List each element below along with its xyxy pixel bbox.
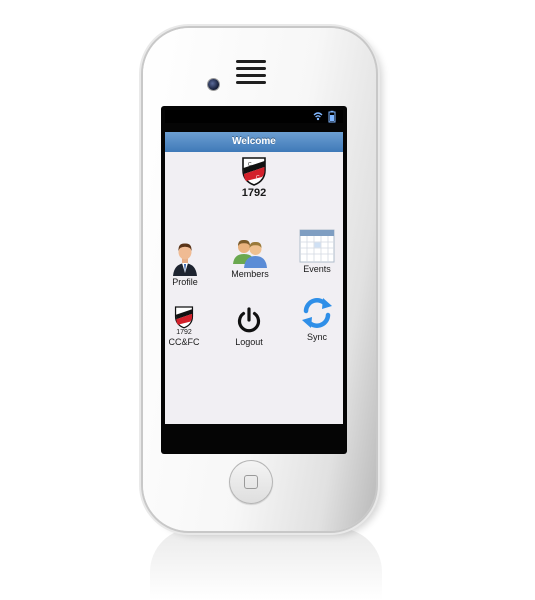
earpiece-speaker	[236, 74, 266, 77]
status-bar	[165, 110, 343, 123]
sync-label: Sync	[306, 332, 327, 342]
earpiece-speaker	[236, 81, 266, 84]
club-year: 1792	[241, 187, 267, 199]
earpiece-speaker	[236, 67, 266, 70]
earpiece-speaker	[236, 60, 266, 63]
wifi-icon	[313, 112, 323, 121]
power-icon	[237, 307, 261, 333]
app-screen: Welcome C C 1792 Profile Members Events …	[165, 132, 343, 424]
profile-label: Profile	[172, 277, 198, 287]
battery-icon	[328, 110, 336, 123]
events-button[interactable]: Events	[287, 229, 343, 274]
club-crest-icon: C C	[242, 157, 266, 186]
svg-text:C: C	[256, 175, 260, 181]
svg-text:C: C	[248, 162, 252, 168]
club-year-label: 1792	[176, 329, 192, 336]
home-button[interactable]	[229, 460, 273, 504]
club-logo: C C 1792	[238, 156, 270, 199]
front-camera-icon	[208, 79, 219, 90]
people-icon	[233, 239, 267, 268]
club-button[interactable]: 1792 CC&FC	[165, 305, 214, 347]
calendar-icon	[299, 229, 335, 263]
profile-button[interactable]: Profile	[165, 240, 215, 287]
page-title: Welcome	[165, 132, 343, 152]
members-label: Members	[231, 269, 269, 279]
club-label: CC&FC	[168, 337, 200, 347]
home-square-icon	[244, 475, 258, 489]
businessman-icon	[173, 243, 197, 276]
members-button[interactable]: Members	[220, 236, 280, 279]
club-crest-icon	[174, 306, 194, 329]
sync-button[interactable]: Sync	[287, 295, 343, 342]
logout-label: Logout	[235, 337, 263, 347]
phone-reflection	[150, 528, 382, 600]
events-label: Events	[303, 264, 331, 274]
logout-button[interactable]: Logout	[219, 306, 279, 347]
sync-arrows-icon	[302, 298, 332, 328]
